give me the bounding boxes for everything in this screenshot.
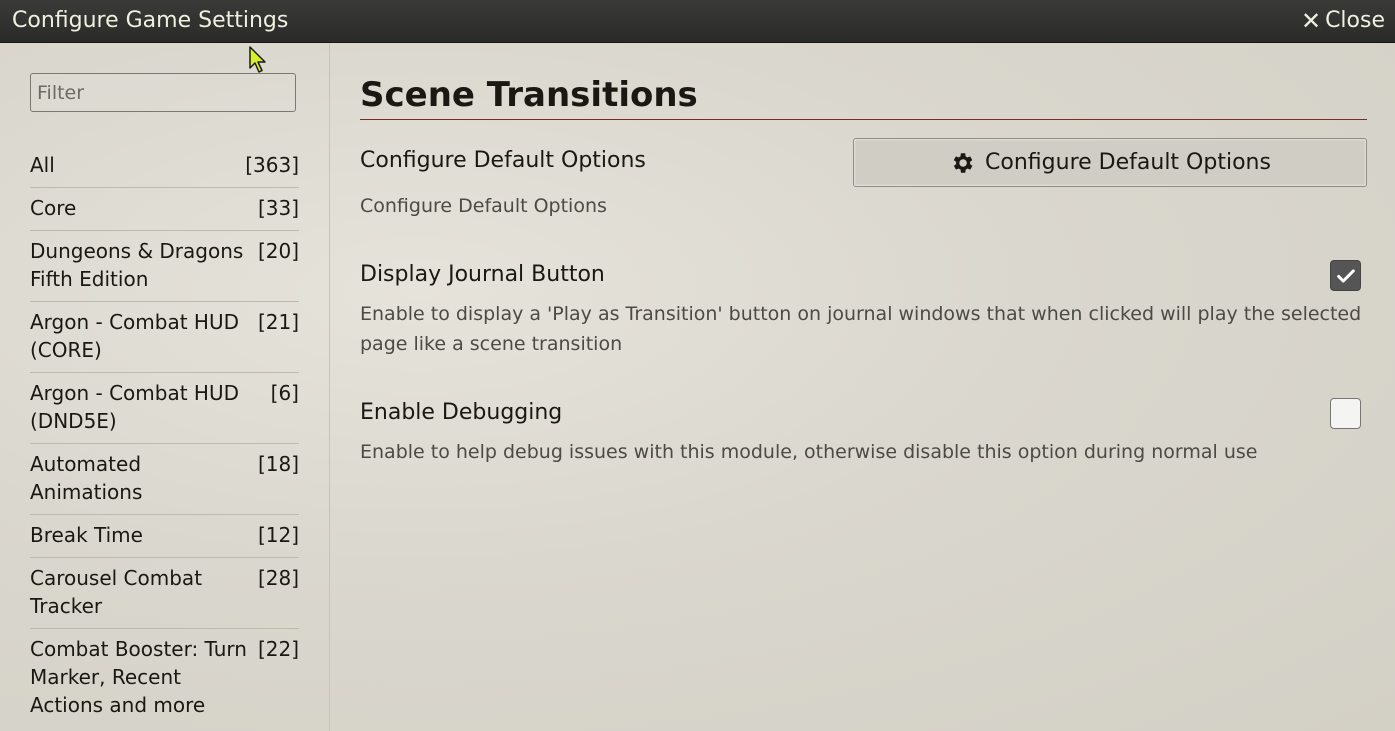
times-icon: ✕ bbox=[1300, 7, 1322, 35]
filter-input[interactable] bbox=[30, 73, 296, 112]
window-title: Configure Game Settings bbox=[12, 8, 289, 33]
module-heading: Scene Transitions bbox=[360, 73, 1367, 120]
gear-icon bbox=[953, 152, 973, 173]
category-count: [21] bbox=[257, 310, 299, 334]
category-count: [18] bbox=[257, 452, 299, 476]
category-name: Break Time bbox=[30, 523, 143, 547]
category-name: Argon - Combat HUD (DND5E) bbox=[30, 381, 240, 433]
setting-label: Configure Default Options bbox=[360, 148, 646, 173]
category-name: Combat Booster: Turn Marker, Recent Acti… bbox=[30, 637, 247, 717]
category-count: [363] bbox=[245, 153, 299, 177]
category-count: [22] bbox=[257, 637, 299, 661]
category-core[interactable]: Core [33] bbox=[30, 188, 299, 231]
category-break-time[interactable]: Break Time [12] bbox=[30, 515, 299, 558]
category-name: Automated Animations bbox=[30, 452, 143, 504]
category-argon-dnd5e[interactable]: Argon - Combat HUD (DND5E) [6] bbox=[30, 373, 299, 444]
category-carousel-combat-tracker[interactable]: Carousel Combat Tracker [28] bbox=[30, 558, 299, 629]
category-name: Core bbox=[30, 196, 77, 220]
category-name: Argon - Combat HUD (CORE) bbox=[30, 310, 240, 362]
category-count: [33] bbox=[257, 196, 299, 220]
check-icon bbox=[1336, 268, 1355, 283]
display-journal-button-checkbox[interactable] bbox=[1330, 260, 1361, 291]
category-name: All bbox=[30, 153, 55, 177]
category-argon-core[interactable]: Argon - Combat HUD (CORE) [21] bbox=[30, 302, 299, 373]
category-combat-booster[interactable]: Combat Booster: Turn Marker, Recent Acti… bbox=[30, 629, 299, 727]
close-label: Close bbox=[1325, 8, 1385, 33]
setting-hint: Enable to display a 'Play as Transition'… bbox=[360, 303, 1362, 355]
category-dnd5e[interactable]: Dungeons & Dragons Fifth Edition [20] bbox=[30, 231, 299, 302]
category-count: [6] bbox=[270, 381, 299, 405]
category-name: Carousel Combat Tracker bbox=[30, 566, 203, 618]
setting-label: Display Journal Button bbox=[360, 262, 605, 287]
setting-hint: Configure Default Options bbox=[360, 195, 607, 217]
mouse-cursor-icon bbox=[249, 46, 266, 73]
category-all[interactable]: All [363] bbox=[30, 145, 299, 188]
setting-hint: Enable to help debug issues with this mo… bbox=[360, 441, 1258, 463]
enable-debugging-checkbox[interactable] bbox=[1330, 398, 1361, 429]
category-sidebar: All [363] Core [33] Dungeons & Dragons F… bbox=[0, 43, 330, 731]
category-list: All [363] Core [33] Dungeons & Dragons F… bbox=[30, 145, 299, 727]
close-button[interactable]: ✕ Close bbox=[1301, 7, 1385, 35]
window-titlebar: Configure Game Settings ✕ Close bbox=[0, 0, 1395, 43]
category-automated-animations[interactable]: Automated Animations [18] bbox=[30, 444, 299, 515]
category-count: [28] bbox=[257, 566, 299, 590]
configure-default-options-button[interactable]: Configure Default Options bbox=[853, 138, 1367, 187]
category-name: Dungeons & Dragons Fifth Edition bbox=[30, 239, 244, 291]
configure-button-label: Configure Default Options bbox=[985, 150, 1271, 175]
category-count: [20] bbox=[257, 239, 299, 263]
category-count: [12] bbox=[257, 523, 299, 547]
setting-label: Enable Debugging bbox=[360, 400, 563, 425]
